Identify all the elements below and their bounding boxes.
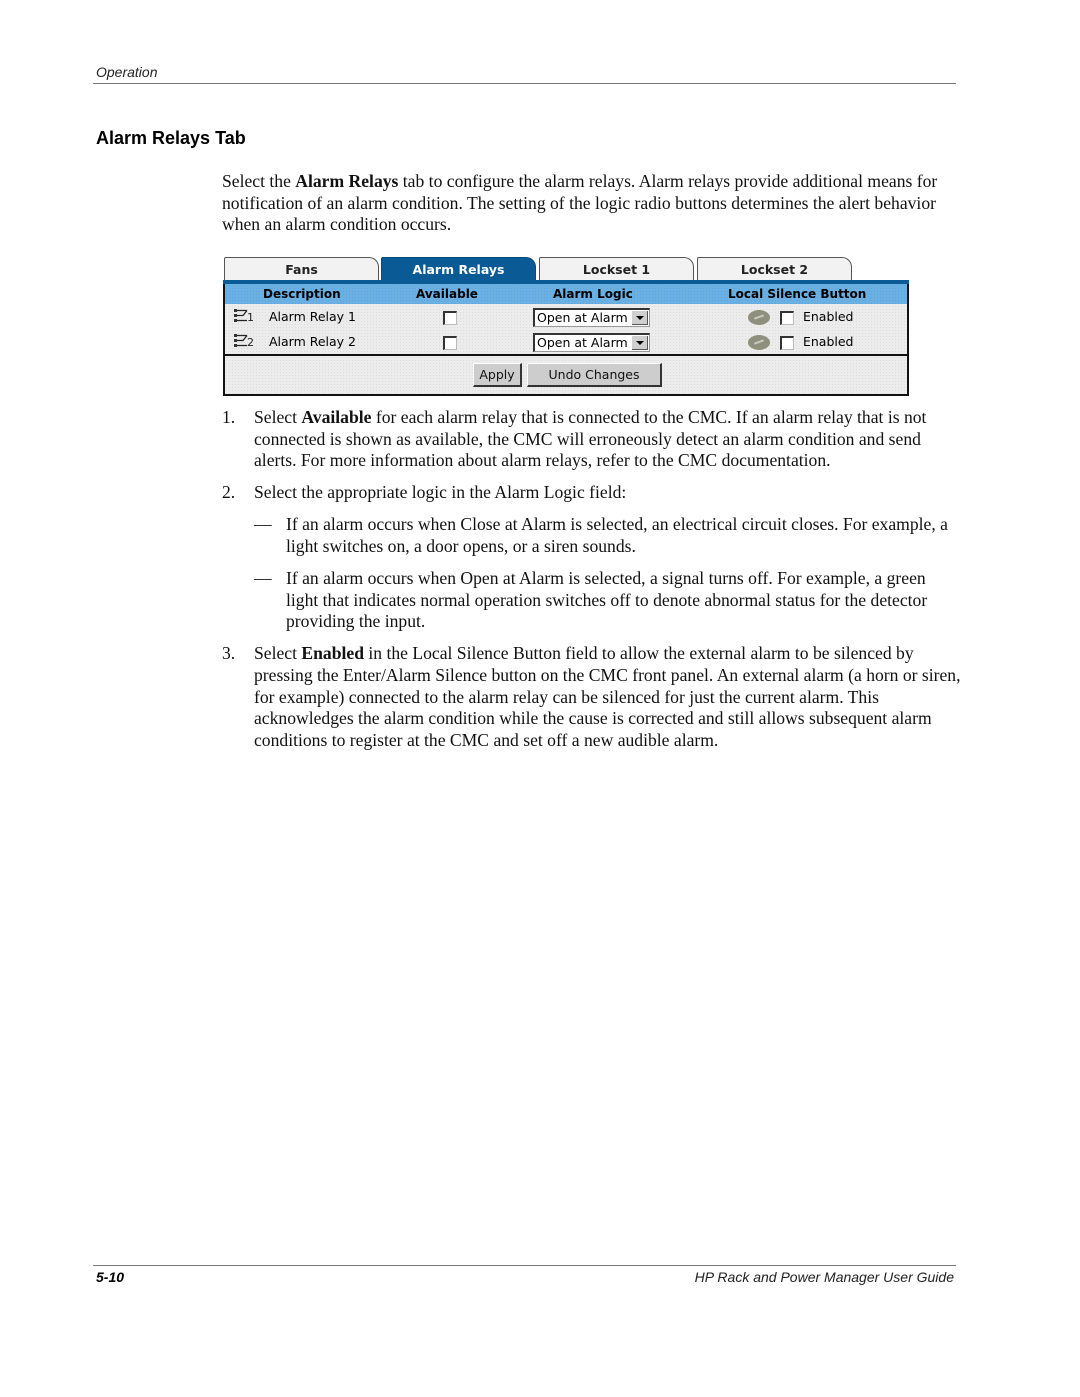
svg-text:1: 1 bbox=[247, 311, 254, 324]
svg-text:2: 2 bbox=[247, 336, 254, 349]
step-text: Select bbox=[254, 643, 302, 664]
available-checkbox[interactable] bbox=[443, 310, 457, 325]
steps-list: 1. Select Available for each alarm relay … bbox=[222, 407, 962, 762]
step-number: 1. bbox=[222, 407, 236, 427]
apply-button[interactable]: Apply bbox=[473, 363, 522, 387]
step-3: 3. Select Enabled in the Local Silence Bu… bbox=[222, 643, 962, 751]
tab-alarm-relays[interactable]: Alarm Relays bbox=[381, 257, 536, 280]
dash-bullet: — bbox=[254, 568, 272, 589]
alarm-logic-value: Open at Alarm bbox=[537, 310, 628, 325]
enabled-checkbox[interactable] bbox=[779, 310, 794, 325]
step-text: Select bbox=[254, 407, 302, 427]
local-silence-cell: Enabled bbox=[748, 329, 853, 354]
relay-label: Alarm Relay 2 bbox=[268, 334, 357, 349]
subitem-text: If an alarm occurs when Open at Alarm is… bbox=[286, 568, 928, 632]
section-title: Alarm Relays Tab bbox=[96, 128, 246, 148]
step-bold: Available bbox=[301, 407, 372, 427]
relay-description: 2 Alarm Relay 2 bbox=[233, 329, 356, 354]
tab-lockset-2[interactable]: Lockset 2 bbox=[697, 257, 852, 280]
step-bold: Enabled bbox=[301, 643, 364, 664]
step-number: 2. bbox=[222, 482, 236, 503]
relay-label: Alarm Relay 1 bbox=[268, 309, 357, 324]
subitem-text: If an alarm occurs when Close at Alarm i… bbox=[286, 514, 948, 556]
intro-paragraph: Select the Alarm Relays tab to configure… bbox=[222, 171, 962, 236]
dropdown-arrow-icon[interactable] bbox=[632, 336, 648, 350]
tab-lockset-1[interactable]: Lockset 1 bbox=[539, 257, 694, 280]
enabled-checkbox[interactable] bbox=[779, 335, 794, 350]
step-2-subitem: — If an alarm occurs when Close at Alarm … bbox=[254, 514, 962, 557]
step-1: 1. Select Available for each alarm relay … bbox=[222, 407, 962, 472]
table-header: Description Available Alarm Logic Local … bbox=[225, 284, 907, 304]
dropdown-arrow-icon[interactable] bbox=[632, 311, 648, 325]
available-cell bbox=[443, 304, 457, 329]
col-alarm-logic: Alarm Logic bbox=[553, 287, 633, 301]
step-2-subitem: — If an alarm occurs when Open at Alarm i… bbox=[254, 568, 962, 633]
alarm-relays-screenshot: Fans Alarm Relays Lockset 1 Lockset 2 De… bbox=[223, 257, 909, 396]
header-rule bbox=[93, 83, 956, 84]
alarm-logic-cell: Open at Alarm bbox=[533, 304, 650, 329]
table-divider bbox=[225, 354, 907, 356]
undo-changes-button[interactable]: Undo Changes bbox=[527, 363, 662, 387]
table-row: 2 Alarm Relay 2 Open at Alarm Enabled bbox=[225, 329, 907, 354]
relay-icon: 1 bbox=[233, 307, 261, 325]
footer-rule bbox=[93, 1265, 956, 1266]
alarm-logic-select[interactable]: Open at Alarm bbox=[533, 308, 650, 327]
step-2: 2. Select the appropriate logic in the Al… bbox=[222, 482, 962, 504]
available-cell bbox=[443, 329, 457, 354]
enabled-label: Enabled bbox=[802, 309, 854, 324]
relay-table: Description Available Alarm Logic Local … bbox=[223, 284, 909, 396]
intro-text: Select the bbox=[222, 171, 296, 191]
intro-bold: Alarm Relays bbox=[295, 171, 399, 191]
step-text: Select the appropriate logic in the Alar… bbox=[254, 482, 627, 503]
relay-description: 1 Alarm Relay 1 bbox=[233, 304, 356, 329]
tab-bar: Fans Alarm Relays Lockset 1 Lockset 2 bbox=[223, 257, 909, 282]
document-title: HP Rack and Power Manager User Guide bbox=[694, 1269, 954, 1285]
alarm-logic-cell: Open at Alarm bbox=[533, 329, 650, 354]
page-number: 5-10 bbox=[96, 1269, 125, 1285]
local-silence-cell: Enabled bbox=[748, 304, 853, 329]
alarm-logic-value: Open at Alarm bbox=[537, 335, 628, 350]
available-checkbox[interactable] bbox=[443, 335, 457, 350]
running-header: Operation bbox=[96, 64, 158, 80]
tab-fans[interactable]: Fans bbox=[224, 257, 379, 280]
silence-button-icon bbox=[748, 335, 770, 350]
dash-bullet: — bbox=[254, 514, 272, 535]
step-number: 3. bbox=[222, 643, 236, 664]
col-description: Description bbox=[263, 287, 341, 301]
table-row: 1 Alarm Relay 1 Open at Alarm Enabled bbox=[225, 304, 907, 329]
enabled-label: Enabled bbox=[802, 334, 854, 349]
relay-icon: 2 bbox=[233, 332, 261, 350]
col-local-silence: Local Silence Button bbox=[728, 287, 867, 301]
silence-button-icon bbox=[748, 310, 770, 325]
col-available: Available bbox=[416, 287, 478, 301]
alarm-logic-select[interactable]: Open at Alarm bbox=[533, 333, 650, 352]
